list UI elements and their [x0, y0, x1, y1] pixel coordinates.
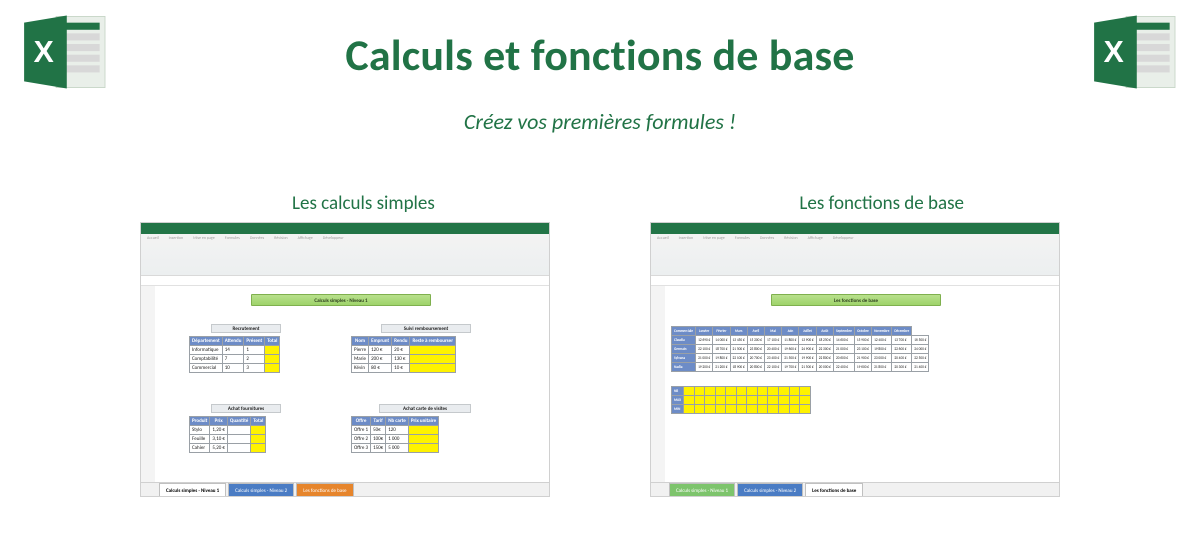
page-subtitle: Créez vos premières formules ! — [0, 108, 1200, 135]
caption-left: Les calculs simples — [292, 192, 435, 215]
section-label: Suivi remboursement — [381, 324, 471, 333]
excel-titlebar — [651, 223, 1059, 234]
sheet-heading: Calculs simples - Niveau 1 — [251, 294, 431, 306]
sheet-tab[interactable]: Calculs simples - Niveau 1 — [159, 483, 226, 496]
sheet-tab[interactable]: Les fonctions de base — [805, 483, 863, 496]
sheet-tabs: Calculs simples - Niveau 1Calculs simple… — [651, 482, 1059, 496]
table-recrutement: DépartementAttenduPrésentTotalInformatiq… — [189, 336, 280, 373]
excel-ribbon: AccueilInsertionMise en pageFormulesDonn… — [651, 234, 1059, 276]
table-visites: OffreTarifNb cartePrix unitaireOffre 150… — [351, 416, 439, 453]
excel-titlebar — [141, 223, 549, 234]
sheet-tab[interactable]: Calculs simples - Niveau 1 — [669, 483, 735, 496]
excel-ribbon: AccueilInsertionMise en pageFormulesDonn… — [141, 234, 549, 276]
table-fournitures: ProduitPrixQuantitéTotalStylo1,20 €Feuil… — [189, 416, 266, 453]
section-label: Achat fournitures — [211, 404, 281, 413]
sheet-tab[interactable]: Calculs simples - Niveau 2 — [737, 483, 803, 496]
sheet-tab[interactable]: Les fonctions de base — [296, 483, 353, 496]
excel-sheet: Calculs simples - Niveau 1 Recrutement D… — [141, 286, 549, 482]
screenshot-fonctions-base: AccueilInsertionMise en pageFormulesDonn… — [650, 222, 1060, 497]
sheet-heading: Les fonctions de base — [771, 294, 941, 306]
caption-right: Les fonctions de base — [799, 192, 964, 215]
page-title: Calculs et fonctions de base — [0, 28, 1200, 82]
sheet-tabs: Calculs simples - Niveau 1Calculs simple… — [141, 482, 549, 496]
section-label: Achat carte de visites — [379, 404, 471, 413]
section-label: Recrutement — [211, 324, 281, 333]
screenshot-calculs-simples: AccueilInsertionMise en pageFormulesDonn… — [140, 222, 550, 497]
table-remboursement: NomEmpruntRenduReste à rembourserPierre1… — [351, 336, 456, 373]
table-monthly: CommercialeJanvierFévrierMarsAvrilMaiJui… — [671, 326, 929, 372]
excel-formula-bar — [651, 276, 1059, 286]
sheet-tab[interactable]: Calculs simples - Niveau 2 — [228, 483, 294, 496]
table-summary: NB MAX MIN — [671, 386, 811, 414]
excel-formula-bar — [141, 276, 549, 286]
excel-sheet: Les fonctions de base CommercialeJanvier… — [651, 286, 1059, 482]
